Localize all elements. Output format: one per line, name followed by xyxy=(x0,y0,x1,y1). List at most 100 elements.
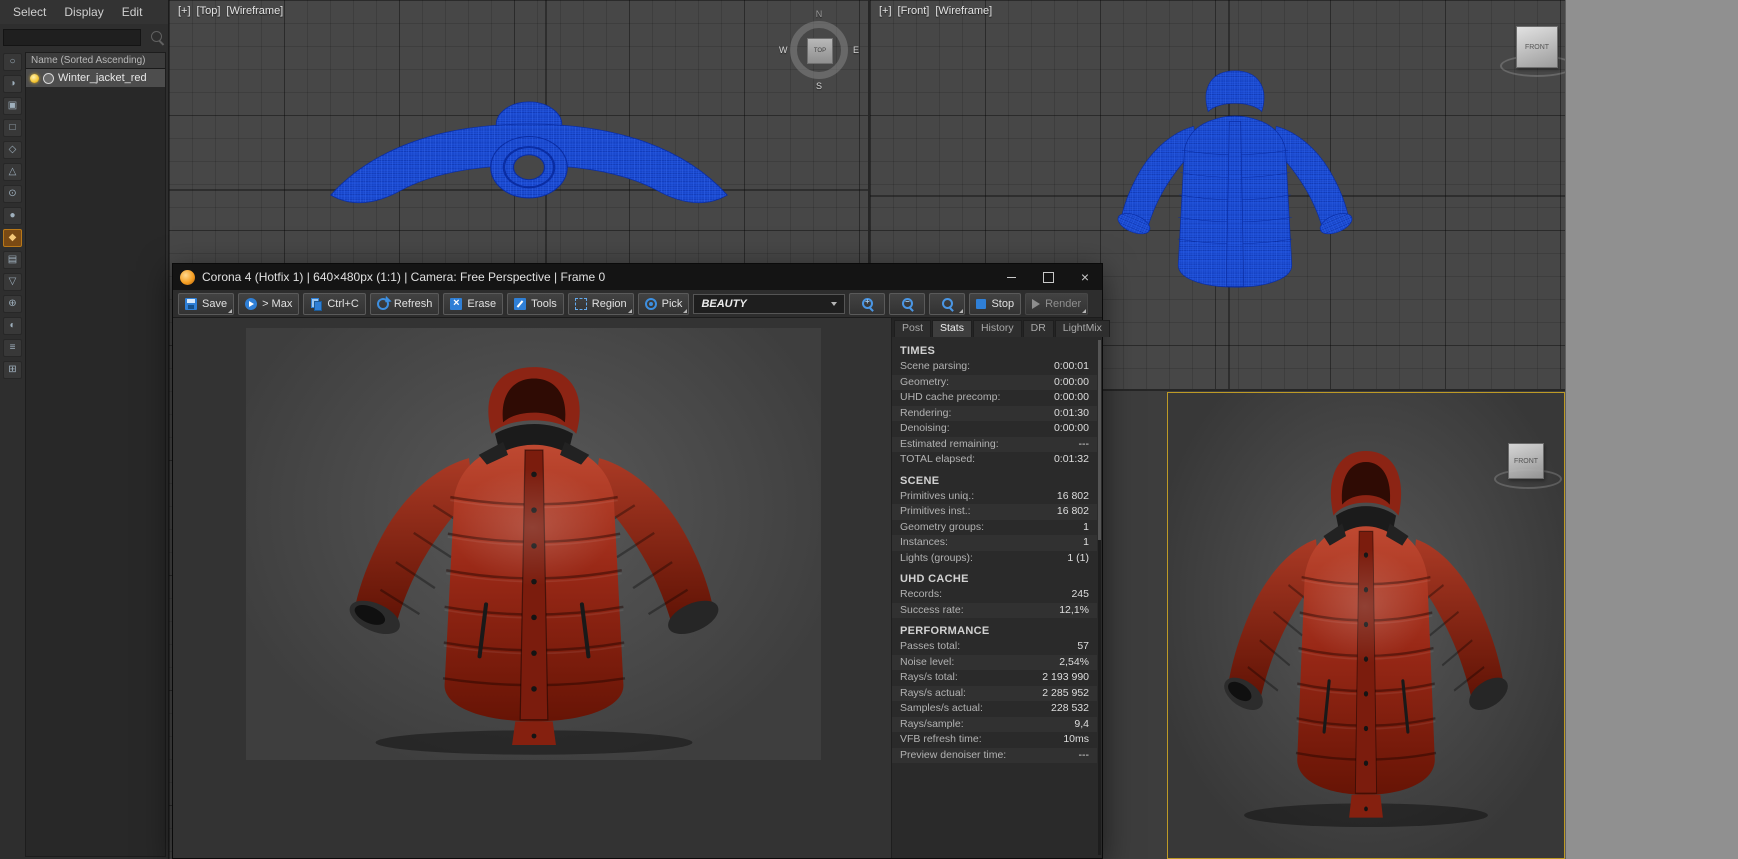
stop-button[interactable]: Stop xyxy=(969,292,1022,315)
tab-stats[interactable]: Stats xyxy=(932,320,972,337)
filter-geometry-icon[interactable]: ◑ xyxy=(3,75,22,93)
viewcube-compass[interactable]: N S W E TOP xyxy=(779,9,859,91)
viewport-menu-view[interactable]: [Top] xyxy=(197,5,221,17)
close-icon: × xyxy=(1080,269,1090,285)
filter-spacewarps-icon[interactable]: ⊙ xyxy=(3,185,22,203)
copy-clipboard-button[interactable]: Ctrl+C xyxy=(303,292,366,315)
compass-west[interactable]: W xyxy=(779,45,788,55)
tools-label: Tools xyxy=(531,297,557,310)
viewport-menu-general[interactable]: [+] xyxy=(879,5,892,17)
scrollbar-thumb[interactable] xyxy=(1098,340,1101,540)
stats-row: TOTAL elapsed: 0:01:32 xyxy=(900,453,1089,465)
stats-row: UHD cache precomp: 0:00:00 xyxy=(900,391,1089,403)
minimize-button[interactable] xyxy=(996,264,1026,290)
compass-east[interactable]: E xyxy=(853,45,859,55)
vfb-render-area[interactable] xyxy=(173,318,891,858)
filter-bones-icon[interactable]: ▽ xyxy=(3,273,22,291)
stats-row: Preview denoiser time: --- xyxy=(892,748,1097,764)
filter-lights-icon[interactable]: □ xyxy=(3,119,22,137)
close-button[interactable]: × xyxy=(1070,264,1100,290)
list-item[interactable]: Winter_jacket_red xyxy=(26,69,165,87)
zoom-out-button[interactable] xyxy=(889,292,926,315)
stats-row: Passes total: 57 xyxy=(900,640,1089,652)
stats-row: Rendering: 0:01:30 xyxy=(892,406,1097,422)
filter-containers-icon[interactable]: ⊕ xyxy=(3,295,22,313)
tab-lightmix[interactable]: LightMix xyxy=(1054,320,1110,337)
viewport-menu-view[interactable]: [Front] xyxy=(898,5,930,17)
explorer-filter-toolbar: ○ ◑ ▣ □ ◇ △ ⊙ ● ◆ ▤ ▽ ⊕ ◐ ≡ ⊞ xyxy=(2,53,23,379)
stats-row: Geometry groups: 1 xyxy=(900,520,1089,533)
rendered-image[interactable] xyxy=(246,328,821,760)
channel-value: BEAUTY xyxy=(701,297,747,310)
stats-section-title: UHD CACHE xyxy=(900,573,969,585)
tab-post[interactable]: Post xyxy=(894,320,932,337)
compass-north[interactable]: N xyxy=(816,9,823,19)
viewport-menu-shading[interactable]: [Wireframe] xyxy=(935,5,992,17)
erase-label: Erase xyxy=(467,297,497,310)
filter-helpers-icon[interactable]: △ xyxy=(3,163,22,181)
render-channel-select[interactable]: BEAUTY xyxy=(693,293,846,314)
filter-all-icon[interactable]: ○ xyxy=(3,53,22,71)
zoom-in-button[interactable] xyxy=(849,292,886,315)
to-max-label: > Max xyxy=(262,297,293,310)
filter-frozen-icon[interactable]: ◐ xyxy=(3,317,22,335)
light-bulb-icon[interactable] xyxy=(30,73,39,83)
region-icon xyxy=(574,297,587,310)
menu-display[interactable]: Display xyxy=(64,5,103,19)
object-sphere-icon xyxy=(43,72,54,84)
zoom-fit-icon xyxy=(941,298,953,309)
stats-scrollbar[interactable] xyxy=(1098,340,1101,855)
tab-dr[interactable]: DR xyxy=(1022,320,1054,337)
filter-xrefs-icon[interactable]: ▤ xyxy=(3,251,22,269)
render-label: Render xyxy=(1045,297,1082,310)
search-icon xyxy=(151,31,162,42)
render-play-icon xyxy=(1032,298,1041,309)
pick-button[interactable]: Pick xyxy=(637,292,690,315)
stats-row: Records: 245 xyxy=(900,588,1089,600)
stats-row: Noise level: 2,54% xyxy=(892,655,1097,671)
explorer-column-header[interactable]: Name (Sorted Ascending) xyxy=(26,53,165,69)
filter-layers-icon[interactable]: ≡ xyxy=(3,339,22,357)
viewport-camera-active[interactable]: FRONT xyxy=(1167,392,1565,859)
vfb-titlebar[interactable]: Corona 4 (Hotfix 1) | 640×480px (1:1) | … xyxy=(173,264,1102,290)
stats-row: Rays/s actual: 2 285 952 xyxy=(892,686,1097,702)
menu-select[interactable]: Select xyxy=(13,5,46,19)
viewport-menu-general[interactable]: [+] xyxy=(178,5,191,17)
viewcube-top-face[interactable]: TOP xyxy=(807,38,833,64)
copy-label: Ctrl+C xyxy=(327,297,359,310)
zoom-fit-button[interactable] xyxy=(929,292,966,315)
menu-edit[interactable]: Edit xyxy=(122,5,143,19)
vfb-stats-panel: Post Stats History DR LightMix TIMES Scene pa… xyxy=(891,318,1110,858)
tools-button[interactable]: Tools xyxy=(507,292,564,315)
viewcube[interactable]: FRONT xyxy=(1516,26,1558,68)
filter-groups-icon[interactable]: ● xyxy=(3,207,22,225)
copy-to-max-button[interactable]: > Max xyxy=(238,292,300,315)
filter-shapes-icon[interactable]: ▣ xyxy=(3,97,22,115)
explorer-search-input[interactable] xyxy=(3,29,141,46)
save-icon xyxy=(185,297,197,310)
stats-row: Geometry: 0:00:00 xyxy=(892,375,1097,391)
copy-icon xyxy=(310,297,323,311)
refresh-button[interactable]: Refresh xyxy=(369,292,440,315)
save-button[interactable]: Save xyxy=(178,292,235,315)
maximize-button[interactable] xyxy=(1033,264,1063,290)
tab-history[interactable]: History xyxy=(972,320,1022,337)
stats-row: Primitives uniq.: 16 802 xyxy=(900,489,1089,502)
wireframe-jacket-top-view xyxy=(329,100,729,204)
compass-south[interactable]: S xyxy=(816,81,822,91)
save-label: Save xyxy=(202,297,228,310)
stats-row: VFB refresh time: 10ms xyxy=(900,733,1089,745)
corona-vfb-window: Corona 4 (Hotfix 1) | 640×480px (1:1) | … xyxy=(172,263,1110,859)
erase-button[interactable]: Erase xyxy=(443,292,504,315)
filter-selection-sets-icon[interactable]: ⊞ xyxy=(3,361,22,379)
viewcube[interactable]: FRONT xyxy=(1508,443,1544,479)
filter-materials-icon[interactable]: ◆ xyxy=(3,229,22,247)
vfb-window-title: Corona 4 (Hotfix 1) | 640×480px (1:1) | … xyxy=(202,270,606,284)
rendered-jacket xyxy=(274,336,794,759)
stats-row: Rays/s total: 2 193 990 xyxy=(900,671,1089,683)
region-button[interactable]: Region xyxy=(567,292,634,315)
viewport-menu-shading[interactable]: [Wireframe] xyxy=(226,5,283,17)
filter-cameras-icon[interactable]: ◇ xyxy=(3,141,22,159)
render-button[interactable]: Render xyxy=(1025,292,1089,315)
tools-icon xyxy=(514,297,527,310)
